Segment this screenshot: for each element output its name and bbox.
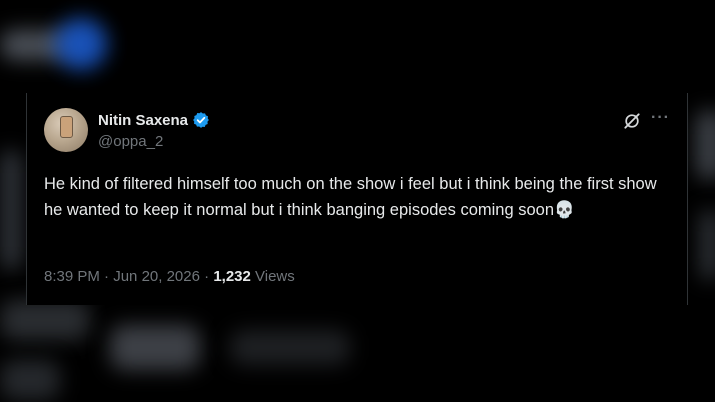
tweet-time[interactable]: 8:39 PM [44, 268, 100, 285]
avatar-photo-detail [60, 116, 73, 138]
verified-badge-icon [193, 112, 209, 128]
author-name-row: Nitin Saxena [98, 111, 210, 129]
blurred-background-shape [55, 18, 107, 70]
avatar[interactable] [44, 108, 88, 152]
blurred-background-shape [700, 210, 715, 280]
author-display-name[interactable]: Nitin Saxena [98, 112, 188, 129]
grok-icon[interactable] [622, 111, 642, 131]
views-count[interactable]: 1,232 [213, 268, 251, 285]
meta-separator: · [99, 268, 114, 285]
blurred-background-shape [0, 300, 90, 340]
tweet-card[interactable]: Nitin Saxena @oppa_2 ··· He kind of filt… [26, 93, 688, 305]
blurred-background-shape [0, 360, 60, 400]
more-options-icon[interactable]: ··· [651, 109, 670, 127]
screenshot-stage: Nitin Saxena @oppa_2 ··· He kind of filt… [0, 0, 715, 402]
tweet-meta: 8:39 PM · Jun 20, 2026 · 1,232 Views [44, 268, 295, 285]
tweet-date[interactable]: Jun 20, 2026 [113, 268, 200, 285]
blurred-background-shape [110, 325, 200, 370]
meta-separator: · [199, 268, 214, 285]
blurred-background-shape [695, 110, 715, 180]
blurred-background-shape [0, 150, 22, 270]
author-handle[interactable]: @oppa_2 [98, 133, 163, 150]
views-label: Views [250, 268, 295, 285]
tweet-text: He kind of filtered himself too much on … [44, 175, 657, 219]
blurred-background-shape [230, 330, 350, 365]
